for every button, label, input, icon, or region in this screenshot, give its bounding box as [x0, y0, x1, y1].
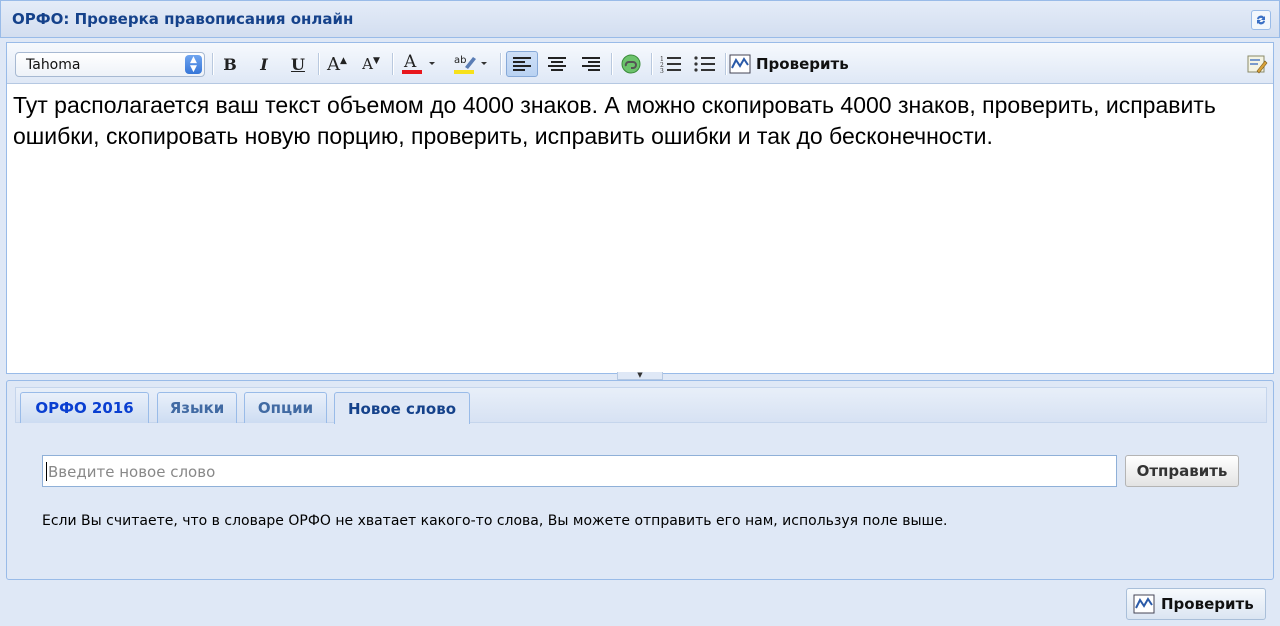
edit-settings-icon	[1247, 55, 1268, 74]
check-button-label: Проверить	[1161, 595, 1254, 613]
font-family-select[interactable]: Tahoma ▲ ▼	[15, 52, 205, 77]
editor-text[interactable]: Тут располагается ваш текст объемом до 4…	[13, 90, 1263, 152]
toolbar-separator	[392, 53, 393, 75]
insert-link-button[interactable]	[616, 51, 646, 77]
new-word-placeholder: Введите новое слово	[48, 463, 216, 481]
increase-font-button[interactable]: A▲	[323, 51, 351, 77]
window-title: ОРФО: Проверка правописания онлайн	[12, 10, 354, 28]
toolbar-separator	[500, 53, 501, 75]
align-left-icon	[513, 57, 531, 71]
ordered-list-icon: 1 2 3	[660, 56, 681, 73]
window-titlebar: ОРФО: Проверка правописания онлайн	[0, 0, 1280, 38]
underline-icon: U	[291, 54, 305, 74]
toolbar-separator	[318, 53, 319, 75]
tab-orfo-2016[interactable]: ОРФО 2016	[20, 392, 149, 423]
tab-label: Опции	[257, 399, 314, 417]
send-button-label: Отправить	[1136, 462, 1228, 480]
underline-button[interactable]: U	[285, 51, 311, 77]
font-size-increase-icon: A▲	[327, 53, 347, 75]
decrease-font-button[interactable]: A▼	[357, 51, 385, 77]
highlight-color-icon: ab	[454, 55, 487, 74]
tab-label: ОРФО 2016	[35, 399, 134, 417]
refresh-button[interactable]	[1251, 10, 1271, 30]
new-word-help-text: Если Вы считаете, что в словаре ОРФО не …	[42, 513, 948, 529]
select-arrows-icon: ▲ ▼	[185, 55, 202, 74]
tab-languages[interactable]: Языки	[157, 392, 237, 423]
tab-options[interactable]: Опции	[244, 392, 327, 423]
svg-text:A: A	[403, 52, 417, 72]
font-color-button[interactable]: A	[397, 51, 441, 77]
svg-text:ab: ab	[454, 55, 466, 66]
spellcheck-icon	[1133, 594, 1155, 614]
align-center-icon	[548, 57, 566, 71]
text-editor: Tahoma ▲ ▼ B I U A▲ A▼ A ab 1 2 3 Провер…	[6, 42, 1274, 374]
align-right-button[interactable]	[576, 51, 606, 77]
align-right-icon	[582, 57, 600, 71]
tab-strip: ОРФО 2016 Языки Опции Новое слово	[15, 387, 1267, 424]
bold-icon: B	[223, 54, 237, 74]
editor-toolbar: Tahoma ▲ ▼ B I U A▲ A▼ A ab 1 2 3 Провер…	[7, 43, 1273, 84]
tab-new-word[interactable]: Новое слово	[334, 392, 470, 424]
font-family-value: Tahoma	[26, 57, 81, 73]
link-globe-icon	[621, 54, 641, 74]
send-button[interactable]: Отправить	[1125, 455, 1239, 487]
resize-handle[interactable]: ▼	[617, 372, 663, 380]
toolbar-separator	[725, 53, 726, 75]
toolbar-separator	[212, 53, 213, 75]
highlight-color-button[interactable]: ab	[449, 51, 493, 77]
check-button[interactable]: Проверить	[1126, 588, 1266, 620]
toolbar-separator	[611, 53, 612, 75]
align-center-button[interactable]	[542, 51, 572, 77]
italic-button[interactable]: I	[251, 51, 277, 77]
toolbar-separator	[651, 53, 652, 75]
toolbar-check-label: Проверить	[756, 55, 849, 73]
svg-text:3: 3	[660, 68, 664, 73]
new-word-input[interactable]: Введите новое слово	[42, 455, 1117, 487]
tab-label: Языки	[169, 399, 225, 417]
font-size-decrease-icon: A▼	[362, 55, 380, 73]
unordered-list-icon	[694, 56, 715, 72]
font-color-icon: A	[402, 52, 435, 74]
unordered-list-button[interactable]	[690, 51, 720, 77]
editor-settings-button[interactable]	[1245, 51, 1269, 77]
bold-button[interactable]: B	[217, 51, 243, 77]
options-panel: ОРФО 2016 Языки Опции Новое слово Введит…	[6, 380, 1274, 580]
spellcheck-icon	[729, 54, 751, 74]
align-left-button[interactable]	[506, 51, 538, 77]
italic-icon: I	[260, 54, 268, 74]
ordered-list-button[interactable]: 1 2 3	[656, 51, 686, 77]
chevron-down-icon: ▼	[637, 371, 643, 379]
tab-label: Новое слово	[347, 399, 457, 418]
refresh-icon	[1257, 15, 1265, 25]
